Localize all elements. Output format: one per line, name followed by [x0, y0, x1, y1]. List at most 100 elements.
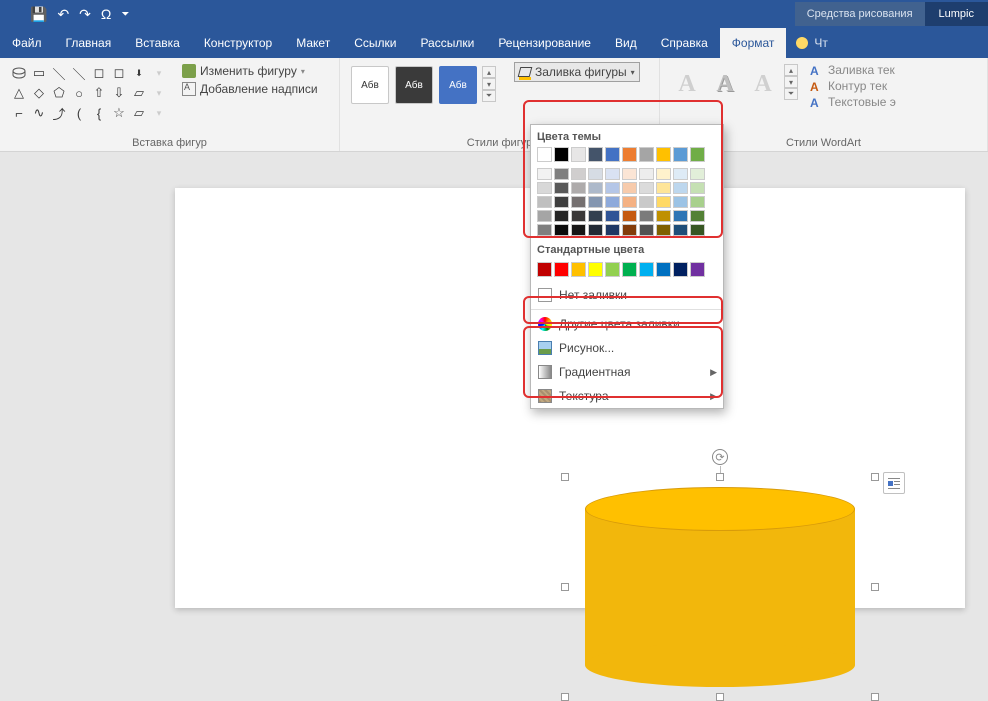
color-swatch[interactable]	[690, 147, 705, 162]
add-text-button[interactable]: Добавление надписи	[178, 80, 322, 98]
text-outline-button[interactable]: AКонтур тек	[808, 78, 898, 94]
color-swatch[interactable]	[639, 262, 654, 277]
shape-fill-button[interactable]: Заливка фигуры ▾	[514, 62, 640, 82]
no-fill-item[interactable]: Нет заливки	[531, 283, 723, 307]
color-swatch[interactable]	[537, 182, 552, 194]
rotate-handle[interactable]: ⟳	[712, 449, 728, 465]
color-swatch[interactable]	[622, 147, 637, 162]
color-swatch[interactable]	[537, 168, 552, 180]
wordart-preset[interactable]: A	[708, 64, 742, 104]
resize-handle[interactable]	[716, 473, 724, 481]
style-preset[interactable]: Абв	[439, 66, 477, 104]
style-preset[interactable]: Абв	[351, 66, 389, 104]
color-swatch[interactable]	[690, 196, 705, 208]
color-swatch[interactable]	[690, 182, 705, 194]
color-swatch[interactable]	[537, 196, 552, 208]
cylinder-shape[interactable]	[585, 487, 855, 687]
color-swatch[interactable]	[656, 182, 671, 194]
wa-prev[interactable]: ▴	[784, 64, 798, 76]
color-swatch[interactable]	[571, 262, 586, 277]
color-swatch[interactable]	[571, 182, 586, 194]
color-swatch[interactable]	[639, 147, 654, 162]
layout-options-button[interactable]	[883, 472, 905, 494]
color-swatch[interactable]	[605, 210, 620, 222]
color-swatch[interactable]	[605, 196, 620, 208]
drawing-tools-tab[interactable]: Средства рисования	[795, 2, 925, 26]
color-swatch[interactable]	[588, 168, 603, 180]
color-swatch[interactable]	[622, 182, 637, 194]
qat-more-icon[interactable]: ⏷	[121, 9, 129, 20]
color-swatch[interactable]	[690, 262, 705, 277]
style-prev[interactable]: ▴	[482, 66, 496, 78]
symbol-icon[interactable]: Ω	[101, 6, 111, 22]
color-swatch[interactable]	[605, 262, 620, 277]
color-swatch[interactable]	[588, 196, 603, 208]
color-swatch[interactable]	[690, 168, 705, 180]
color-swatch[interactable]	[673, 196, 688, 208]
undo-icon[interactable]: ↶	[57, 6, 69, 23]
color-swatch[interactable]	[622, 224, 637, 236]
color-swatch[interactable]	[537, 224, 552, 236]
save-icon[interactable]: 💾	[30, 6, 47, 23]
tab-file[interactable]: Файл	[0, 28, 54, 58]
color-swatch[interactable]	[673, 147, 688, 162]
color-swatch[interactable]	[554, 210, 569, 222]
color-swatch[interactable]	[588, 210, 603, 222]
tab-format[interactable]: Формат	[720, 28, 787, 58]
color-swatch[interactable]	[554, 182, 569, 194]
gradient-fill-item[interactable]: Градиентная ▶	[531, 360, 723, 384]
tab-view[interactable]: Вид	[603, 28, 649, 58]
text-fill-button[interactable]: AЗаливка тек	[808, 62, 898, 78]
resize-handle[interactable]	[561, 693, 569, 701]
color-swatch[interactable]	[673, 182, 688, 194]
resize-handle[interactable]	[561, 473, 569, 481]
color-swatch[interactable]	[622, 196, 637, 208]
color-swatch[interactable]	[554, 147, 569, 162]
wordart-preset[interactable]: A	[670, 64, 704, 104]
shape-selection[interactable]: ⟳	[565, 477, 875, 697]
color-swatch[interactable]	[673, 210, 688, 222]
color-swatch[interactable]	[571, 147, 586, 162]
color-swatch[interactable]	[588, 182, 603, 194]
color-swatch[interactable]	[554, 168, 569, 180]
color-swatch[interactable]	[690, 210, 705, 222]
color-swatch[interactable]	[656, 168, 671, 180]
resize-handle[interactable]	[561, 583, 569, 591]
color-swatch[interactable]	[673, 262, 688, 277]
color-swatch[interactable]	[656, 147, 671, 162]
shapes-gallery[interactable]: ▭＼＼ ◻◻⬇▾ △◇⬠○ ⇧⇩▱▾ ⌐∿⤴( {☆▱▾	[8, 62, 170, 124]
color-swatch[interactable]	[639, 210, 654, 222]
style-more[interactable]: ⏷	[482, 90, 496, 102]
resize-handle[interactable]	[871, 583, 879, 591]
color-swatch[interactable]	[673, 168, 688, 180]
tab-insert[interactable]: Вставка	[123, 28, 192, 58]
wordart-preset[interactable]: A	[746, 64, 780, 104]
resize-handle[interactable]	[716, 693, 724, 701]
color-swatch[interactable]	[673, 224, 688, 236]
color-swatch[interactable]	[554, 224, 569, 236]
color-swatch[interactable]	[622, 168, 637, 180]
color-swatch[interactable]	[639, 168, 654, 180]
color-swatch[interactable]	[537, 147, 552, 162]
color-swatch[interactable]	[537, 262, 552, 277]
color-swatch[interactable]	[571, 224, 586, 236]
color-swatch[interactable]	[605, 168, 620, 180]
tell-me[interactable]: Чт	[786, 36, 838, 50]
color-swatch[interactable]	[622, 210, 637, 222]
color-swatch[interactable]	[588, 224, 603, 236]
redo-icon[interactable]: ↷	[79, 6, 91, 23]
color-swatch[interactable]	[605, 182, 620, 194]
tab-references[interactable]: Ссылки	[342, 28, 408, 58]
color-swatch[interactable]	[656, 196, 671, 208]
color-swatch[interactable]	[656, 224, 671, 236]
color-swatch[interactable]	[571, 196, 586, 208]
color-swatch[interactable]	[639, 224, 654, 236]
color-swatch[interactable]	[588, 262, 603, 277]
color-swatch[interactable]	[571, 210, 586, 222]
style-next[interactable]: ▾	[482, 78, 496, 90]
color-swatch[interactable]	[605, 147, 620, 162]
color-swatch[interactable]	[554, 262, 569, 277]
texture-fill-item[interactable]: Текстура ▶	[531, 384, 723, 408]
color-swatch[interactable]	[588, 147, 603, 162]
resize-handle[interactable]	[871, 693, 879, 701]
